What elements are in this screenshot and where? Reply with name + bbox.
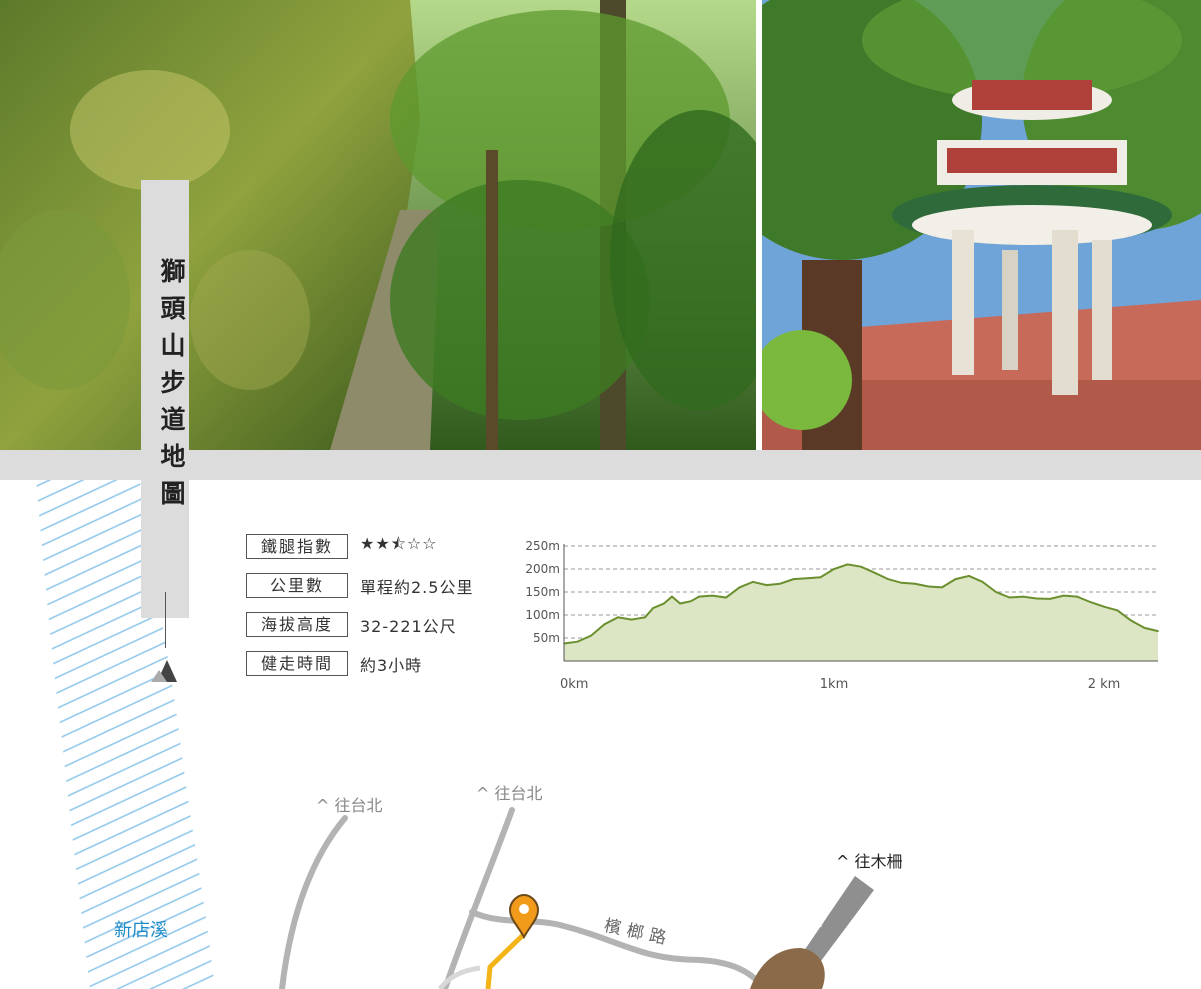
stat-row-time: 健走時間 約3小時	[246, 651, 473, 676]
y-tick-label: 200m	[525, 562, 560, 576]
title-box: 獅頭山步道地圖	[141, 180, 189, 618]
river-label: 新店溪	[114, 920, 168, 941]
elevation-point	[1076, 595, 1078, 598]
elevation-point	[1157, 630, 1159, 632]
elevation-point	[630, 618, 633, 621]
direction-label-taipei-1: ^ 往台北	[316, 796, 383, 815]
elevation-point	[576, 640, 579, 643]
stat-value: 單程約2.5公里	[360, 577, 474, 597]
elevation-point	[617, 616, 619, 619]
elevation-point	[1130, 619, 1132, 622]
elevation-point	[671, 595, 673, 598]
elevation-point	[1022, 595, 1024, 598]
road-middle	[442, 807, 515, 989]
x-tick-label: 0km	[560, 677, 588, 692]
elevation-point	[644, 616, 646, 619]
elevation-point	[954, 578, 957, 580]
elevation-point	[927, 585, 930, 588]
y-tick-label: 50m	[533, 631, 560, 645]
y-tick-label: 100m	[525, 608, 560, 622]
stat-label: 公里數	[246, 573, 348, 598]
elevation-point	[860, 565, 862, 568]
elevation-point	[833, 568, 835, 570]
elevation-point	[995, 591, 997, 593]
road-left	[279, 815, 348, 989]
stat-row-difficulty: 鐵腿指數 ★★⯪☆☆	[246, 534, 473, 559]
elevation-point	[806, 577, 808, 579]
photo-pavilion	[762, 0, 1201, 450]
elevation-point	[1103, 605, 1105, 608]
elevation-point	[725, 596, 727, 599]
elevation-point	[873, 571, 876, 574]
elevation-point	[1049, 598, 1051, 600]
stat-label: 海拔高度	[246, 612, 348, 637]
elevation-point	[690, 600, 692, 602]
stat-row-distance: 公里數 單程約2.5公里	[246, 573, 473, 598]
x-tick-label: 2 km	[1088, 677, 1121, 692]
trail-stats: 鐵腿指數 ★★⯪☆☆ 公里數 單程約2.5公里 海拔高度 32-221公尺 健走…	[246, 534, 473, 690]
stat-row-altitude: 海拔高度 32-221公尺	[246, 612, 473, 637]
elevation-point	[679, 602, 681, 605]
elevation-point	[792, 578, 795, 580]
elevation-point	[941, 586, 943, 589]
elevation-chart: 250m 200m 150m 100m 50m 0km 1km 2 km	[525, 539, 1159, 692]
stat-value: 約3小時	[360, 655, 423, 675]
y-tick-label: 250m	[525, 539, 560, 553]
stat-label: 健走時間	[246, 651, 348, 676]
elevation-point	[914, 582, 916, 585]
elevation-point	[1143, 627, 1146, 629]
y-tick-label: 150m	[525, 585, 560, 599]
direction-label-taipei-2: ^ 往台北	[476, 784, 543, 803]
elevation-point	[752, 581, 754, 583]
elevation-area	[564, 564, 1158, 661]
page-title: 獅頭山步道地圖	[157, 258, 186, 517]
elevation-point	[819, 576, 822, 579]
trail-path	[485, 933, 525, 989]
elevation-point	[846, 563, 849, 566]
elevation-point	[663, 602, 665, 605]
elevation-point	[698, 595, 700, 598]
elevation-point	[981, 581, 984, 583]
location-marker	[508, 893, 540, 940]
elevation-point	[779, 582, 781, 585]
elevation-point	[590, 634, 592, 637]
title-leader-line	[165, 592, 166, 648]
elevation-point	[603, 623, 606, 625]
photo-forest-trail	[0, 0, 756, 450]
elevation-point	[968, 575, 970, 577]
difficulty-stars: ★★⯪☆☆	[360, 534, 438, 553]
elevation-point	[765, 584, 768, 586]
elevation-point	[1008, 596, 1011, 599]
elevation-point	[1089, 601, 1092, 603]
elevation-point	[652, 607, 654, 609]
elevation-point	[711, 594, 714, 597]
elevation-point	[738, 586, 741, 589]
elevation-point	[900, 582, 903, 584]
x-tick-label: 1km	[820, 677, 848, 692]
elevation-point	[1116, 609, 1119, 612]
elevation-point	[887, 578, 889, 580]
stat-value: 32-221公尺	[360, 616, 457, 636]
stat-label: 鐵腿指數	[246, 534, 348, 559]
tunnel-entrance	[750, 948, 825, 989]
direction-label-muzha: ^ 往木柵	[836, 852, 903, 871]
elevation-point	[1062, 594, 1065, 597]
elevation-point	[1035, 597, 1038, 600]
